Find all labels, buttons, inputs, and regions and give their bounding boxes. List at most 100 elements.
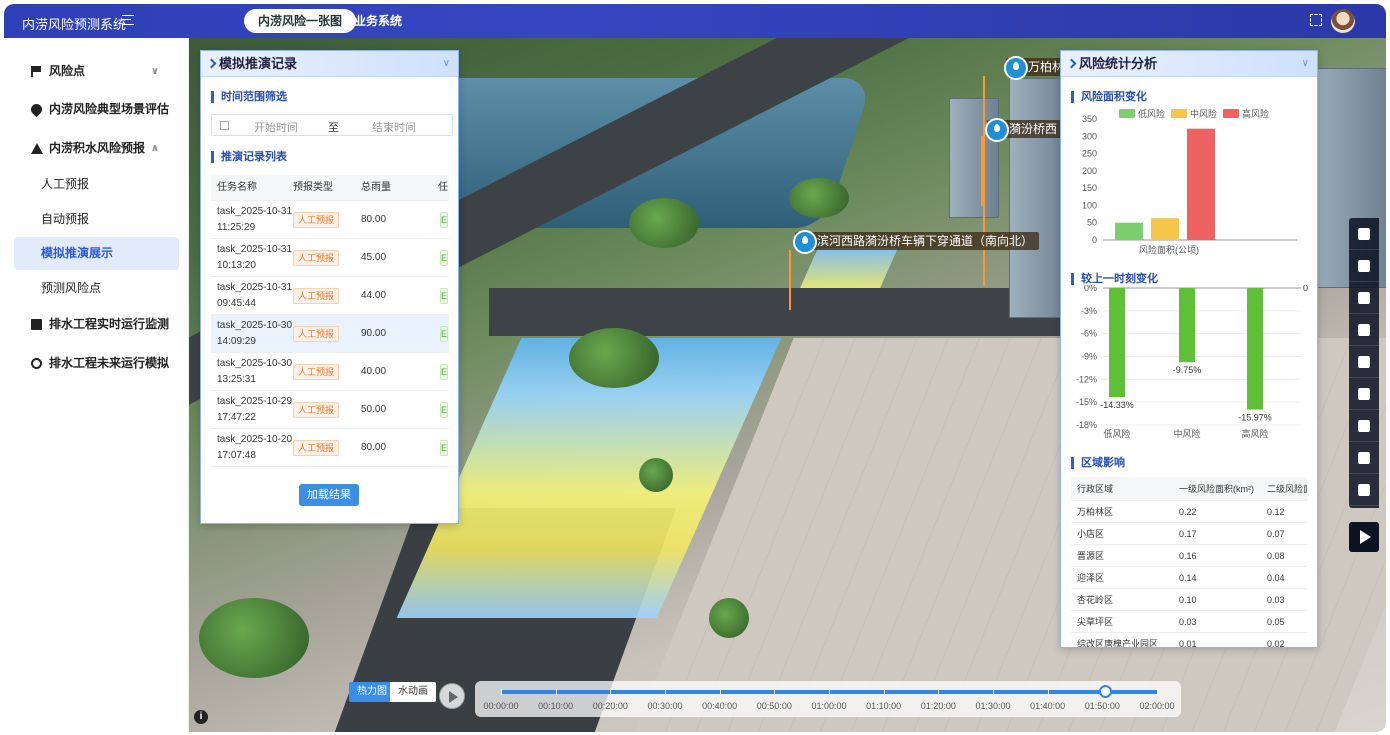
table-row[interactable]: task_2025-10-29 17:47:22 人工预报 50.00 E [211, 391, 449, 429]
app-window: 内涝风险预测系统 内涝风险一张图 业务系统 风险点 ∨ 内涝风险典型场景评估 内涝… [4, 4, 1386, 732]
table-row[interactable]: 小店区 0.17 0.07 [1071, 523, 1307, 545]
heatmap-overlay [800, 248, 898, 288]
level1-area: 0.01 [1179, 639, 1197, 648]
region-name: 晋源区 [1077, 551, 1105, 561]
eye-icon[interactable] [1349, 282, 1379, 314]
mode-water-animation-button[interactable]: 水动画 [390, 682, 436, 702]
map-marker-underpass[interactable]: 滨河西路漪汾桥车辆下穿通道（南向北） [792, 230, 1040, 254]
mode-heatmap-button[interactable]: 热力图 [349, 682, 395, 702]
menu-toggle-icon[interactable] [122, 15, 134, 25]
y-tick-label: 50 [1087, 218, 1097, 228]
region-name: 迎泽区 [1077, 573, 1105, 583]
table-row[interactable]: task_2025-10-30 14:09:29 人工预报 90.00 E [211, 315, 449, 353]
column-header: 任 [438, 182, 448, 193]
timeline-label: 01:30:00 [975, 701, 1011, 711]
sidebar-item-manual-forecast[interactable]: 人工预报 [14, 168, 179, 201]
timeline-handle[interactable] [1098, 685, 1112, 698]
sidebar-item-label: 内涝风险典型场景评估 [49, 102, 170, 116]
table-row[interactable]: 迎泽区 0.14 0.04 [1071, 567, 1307, 589]
y-tick-label: -18% [1076, 420, 1097, 430]
chevron-down-icon[interactable]: ∨ [1302, 51, 1309, 77]
chevron-down-icon[interactable]: ∨ [443, 51, 450, 77]
sidebar-item-label: 内涝积水风险预报 [49, 141, 146, 155]
timeline-slider[interactable]: 00:00:00 00:10:00 00:20:00 00:30:00 00:40:00… [475, 681, 1181, 717]
play-icon[interactable] [1349, 522, 1379, 552]
timeline-label: 00:50:00 [756, 701, 792, 711]
calendar-icon [220, 121, 229, 130]
table-row[interactable]: 万柏林区 0.22 0.12 [1071, 501, 1307, 523]
level1-area: 0.14 [1179, 573, 1197, 583]
legend-swatch [1119, 109, 1135, 118]
tree [639, 458, 673, 492]
sidebar-item-risk-points[interactable]: 风险点 ∨ [14, 55, 179, 88]
forecast-type-badge: 人工预报 [293, 326, 340, 342]
y-tick-label: 100 [1082, 200, 1097, 210]
info-icon[interactable]: i [194, 710, 208, 724]
timeline-label: 00:40:00 [702, 701, 738, 711]
location-icon[interactable] [1349, 378, 1379, 410]
sidebar-item-predicted-risk-points[interactable]: 预测风险点 [14, 272, 179, 305]
map-toolbar [1349, 218, 1379, 508]
sidebar-item-auto-forecast[interactable]: 自动预报 [14, 203, 179, 236]
end-time-input[interactable]: 结束时间 [372, 119, 416, 135]
table-row[interactable]: task_2025-10-31 09:45:44 人工预报 44.00 E [211, 277, 449, 315]
table-row[interactable]: 综改区唐槐产业园区 0.01 0.02 [1071, 633, 1307, 648]
help-icon[interactable] [1349, 474, 1379, 506]
total-rainfall: 80.00 [361, 442, 387, 453]
table-row[interactable]: task_2025-10-30 13:25:31 人工预报 40.00 E [211, 353, 449, 391]
sidebar-item-waterlogging-forecast[interactable]: 内涝积水风险预报 ∧ [14, 132, 179, 165]
settings-icon[interactable] [1349, 442, 1379, 474]
timeline-label: 02:00:00 [1139, 701, 1175, 711]
tools-icon[interactable] [1349, 346, 1379, 378]
timeline-tick [1102, 689, 1104, 695]
y-tick-label: 150 [1082, 183, 1097, 193]
total-rainfall: 80.00 [361, 214, 387, 225]
level2-area: 0.07 [1267, 529, 1285, 539]
start-time-input[interactable]: 开始时间 [254, 119, 298, 135]
cloud-icon[interactable] [1349, 314, 1379, 346]
change-bar-chart: 0% -3% -6% -9% -12% -15% -18% 0 -14.33% 低风险 -9.75%… [1076, 285, 1308, 439]
table-row[interactable]: task_2025-10-20 17:07:48 人工预报 80.00 E [211, 429, 449, 467]
timeline-tick [774, 689, 776, 695]
timeline-play-icon[interactable] [439, 683, 465, 709]
hand-icon[interactable] [1349, 250, 1379, 282]
avatar[interactable] [1331, 9, 1355, 33]
load-results-button[interactable]: 加载结果 [299, 484, 359, 506]
table-row[interactable]: task_2025-10-31 11:25:29 人工预报 80.00 E [211, 201, 449, 239]
x-tick-label: 低风险 [1103, 428, 1130, 439]
tab-business-system[interactable]: 业务系统 [340, 9, 416, 33]
level2-area: 0.05 [1267, 617, 1285, 627]
sidebar-item-simulation-display[interactable]: 模拟推演展示 [14, 237, 179, 270]
timeline-tick [1047, 689, 1049, 695]
table-row[interactable]: 杏花岭区 0.10 0.03 [1071, 589, 1307, 611]
timeline-tick [1157, 689, 1158, 695]
timeline-label: 00:20:00 [592, 701, 628, 711]
forecast-type-badge: 人工预报 [293, 212, 340, 228]
task-name: task_2025-10-30 [217, 358, 293, 369]
map-marker-yifenqiao-west[interactable]: 漪汾桥西 [984, 118, 1064, 142]
print-icon[interactable] [1349, 410, 1379, 442]
y-tick-label: -6% [1081, 329, 1097, 339]
level2-area: 0.04 [1267, 573, 1285, 583]
sidebar: 风险点 ∨ 内涝风险典型场景评估 内涝积水风险预报 ∧ 人工预报 自动预报 模拟推演… [4, 38, 189, 732]
sidebar-item-future-simulation[interactable]: 排水工程未来运行模拟 ∨ [14, 347, 179, 380]
timeline-label: 01:00:00 [811, 701, 847, 711]
layers-icon[interactable] [1349, 218, 1379, 250]
flag-icon [31, 66, 42, 77]
sidebar-item-realtime-monitoring[interactable]: 排水工程实时运行监测 ∨ [14, 308, 179, 341]
panel-header: 模拟推演记录 ∨ [201, 51, 458, 77]
total-rainfall: 44.00 [361, 290, 387, 301]
risk-statistics-panel: 风险统计分析 ∨ 风险面积变化 低风险 中风险 高风险 0 50 100 150 200 250 3… [1060, 50, 1318, 648]
total-rainfall: 45.00 [361, 252, 387, 263]
x-tick-label: 高风险 [1241, 428, 1268, 439]
date-range-picker[interactable]: 开始时间 至 结束时间 [211, 114, 453, 136]
sidebar-item-scenario-evaluation[interactable]: 内涝风险典型场景评估 [14, 93, 179, 126]
region-name: 小店区 [1077, 529, 1105, 539]
column-header: 任务名称 [217, 182, 257, 193]
fullscreen-icon[interactable] [1310, 14, 1322, 26]
table-row[interactable]: 晋源区 0.16 0.08 [1071, 545, 1307, 567]
x-tick-label: 中风险 [1173, 428, 1200, 439]
table-row[interactable]: 尖草坪区 0.03 0.05 [1071, 611, 1307, 633]
table-row[interactable]: task_2025-10-31 10:13:20 人工预报 45.00 E [211, 239, 449, 277]
section-title-region-impact: 区域影响 [1071, 455, 1125, 471]
